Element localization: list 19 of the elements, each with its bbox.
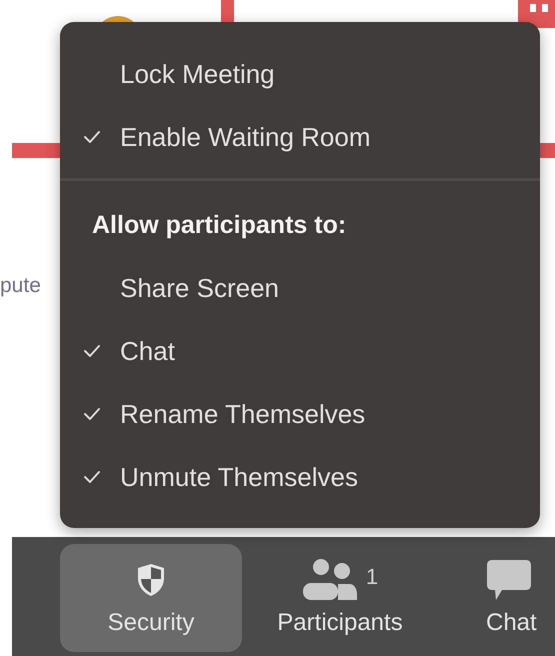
menu-item[interactable]: Chat (60, 331, 540, 371)
checkmark-icon (83, 130, 101, 144)
menu-header: Allow participants to: (91, 210, 348, 241)
menu-item[interactable]: Rename Themselves (60, 394, 540, 434)
participants-button[interactable]: 1 Participants (252, 544, 428, 652)
participant-count: 1 (366, 564, 378, 590)
menu-item[interactable]: Share Screen (60, 268, 540, 308)
chat-bubble-icon (486, 559, 532, 601)
menu-item[interactable]: Unmute Themselves (60, 457, 540, 497)
checkmark-icon (83, 344, 101, 358)
chat-button[interactable]: Chat (438, 544, 555, 652)
shield-icon (137, 563, 165, 597)
people-icon (302, 559, 358, 601)
menu-item[interactable]: Lock Meeting (60, 54, 540, 94)
background-text: pute (0, 274, 41, 298)
menu-item[interactable]: Enable Waiting Room (60, 117, 540, 157)
security-button[interactable]: Security (60, 544, 242, 652)
checkmark-icon (83, 407, 101, 421)
checkmark-icon (83, 470, 101, 484)
